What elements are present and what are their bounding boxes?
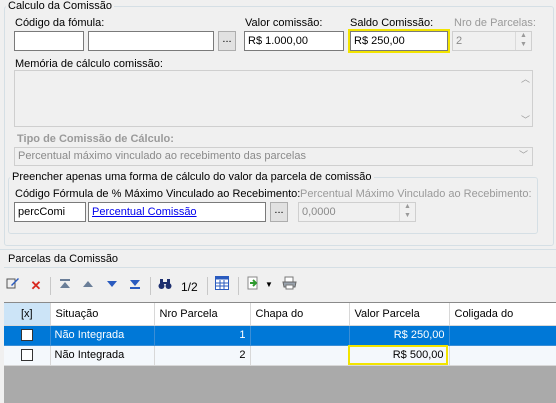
codigo-formula-input[interactable]	[14, 31, 84, 51]
percentual-maximo-label: Percentual Máximo Vinculado ao Recebimen…	[300, 188, 532, 200]
memoria-label: Memória de cálculo comissão:	[15, 58, 163, 70]
nro-parcelas-label: Nro de Parcelas:	[454, 17, 536, 29]
percentual-spin-buttons[interactable]: ▲ ▼	[399, 203, 415, 221]
calculo-comissao-legend: Calculo da Comissão	[6, 0, 114, 12]
saldo-comissao-input[interactable]: R$ 250,00	[348, 29, 450, 53]
parcelas-title: Parcelas da Comissão	[8, 253, 119, 265]
tipo-comissao-select[interactable]: Percentual máximo vinculado ao recebimen…	[14, 147, 533, 166]
grid-view-icon[interactable]	[212, 276, 232, 296]
toolbar-separator	[50, 277, 51, 295]
nro-parcelas-value: 2	[456, 35, 463, 47]
column-header-situacao[interactable]: Situação	[50, 303, 155, 326]
percentual-maximo-spinner[interactable]: 0,0000 ▲ ▼	[298, 202, 416, 222]
row-checkbox[interactable]	[20, 329, 33, 342]
parcelas-grid[interactable]: [x] Situação Nro Parcela Chapa do Valor …	[4, 302, 556, 403]
column-header-nro-parcela[interactable]: Nro Parcela	[154, 303, 251, 326]
codigo-formula-description[interactable]	[88, 31, 214, 51]
valor-comissao-label: Valor comissão:	[245, 17, 323, 29]
spin-up-icon[interactable]: ▲	[400, 203, 415, 212]
column-header-coligada[interactable]: Coligada do	[449, 303, 556, 326]
nro-parcela-cell: 2	[154, 345, 251, 366]
parcelas-toolbar: ✕ 1/2 ▼	[0, 274, 556, 298]
page-indicator: 1/2	[181, 280, 198, 294]
nro-parcelas-spinner[interactable]: 2 ▲ ▼	[452, 31, 532, 51]
tipo-comissao-value: Percentual máximo vinculado ao recebimen…	[18, 150, 306, 162]
process-icon[interactable]	[243, 276, 263, 296]
toolbar-separator	[150, 277, 151, 295]
chapa-cell	[250, 325, 350, 346]
previous-record-icon[interactable]	[78, 276, 98, 296]
first-record-icon[interactable]	[55, 276, 75, 296]
codigo-maximo-lookup-button[interactable]: ...	[270, 202, 288, 222]
column-header-valor-parcela[interactable]: Valor Parcela	[349, 303, 450, 326]
row-checkbox-cell	[4, 345, 51, 366]
print-icon[interactable]	[279, 276, 299, 296]
percentual-maximo-value: 0,0000	[302, 206, 336, 218]
codigo-maximo-link-field[interactable]: Percentual Comissão	[88, 202, 266, 222]
binoculars-icon[interactable]	[155, 276, 175, 296]
valor-parcela-cell: R$ 250,00	[349, 325, 450, 346]
situacao-cell: Não Integrada	[50, 345, 155, 366]
table-header-row: [x] Situação Nro Parcela Chapa do Valor …	[4, 303, 556, 326]
codigo-formula-lookup-button[interactable]: ...	[218, 31, 236, 51]
codigo-maximo-label: Código Fórmula de % Máximo Vinculado ao …	[15, 188, 301, 200]
memoria-scroll-down-icon[interactable]: ﹀	[521, 113, 530, 126]
coligada-cell	[449, 345, 556, 366]
last-record-icon[interactable]	[125, 276, 145, 296]
chevron-down-icon: ﹀	[518, 150, 528, 160]
row-checkbox-cell	[4, 325, 51, 346]
next-record-icon[interactable]	[102, 276, 122, 296]
nro-parcelas-spin-buttons[interactable]: ▲ ▼	[515, 32, 531, 50]
preencher-legend: Preencher apenas uma forma de cálculo do…	[10, 171, 374, 183]
column-header-chapa[interactable]: Chapa do	[250, 303, 350, 326]
column-header-select[interactable]: [x]	[4, 303, 51, 326]
valor-comissao-input[interactable]: R$ 1.000,00	[244, 31, 344, 51]
spin-down-icon[interactable]: ▼	[400, 212, 415, 221]
situacao-cell: Não Integrada	[50, 325, 155, 346]
parcelas-table: [x] Situação Nro Parcela Chapa do Valor …	[4, 303, 556, 366]
memoria-textarea[interactable]	[14, 70, 533, 127]
saldo-comissao-label: Saldo Comissão:	[350, 17, 434, 29]
chevron-down-icon[interactable]: ▼	[265, 280, 273, 289]
parcelas-title-underline	[4, 267, 556, 268]
coligada-cell	[449, 325, 556, 346]
spin-up-icon[interactable]: ▲	[516, 32, 531, 41]
row-checkbox[interactable]	[20, 349, 33, 362]
spin-down-icon[interactable]: ▼	[516, 41, 531, 50]
tipo-comissao-label: Tipo de Comissão de Cálculo:	[17, 133, 174, 145]
valor-parcela-highlight: R$ 500,00	[347, 345, 448, 365]
edit-icon[interactable]	[3, 276, 23, 296]
table-row[interactable]: Não Integrada 2 R$ 500,00	[4, 345, 556, 366]
table-row[interactable]: Não Integrada 1 R$ 250,00	[4, 325, 556, 346]
chapa-cell	[250, 345, 350, 366]
memoria-scroll-up-icon[interactable]: ︿	[521, 72, 530, 85]
codigo-formula-label: Código da fómula:	[15, 17, 105, 29]
toolbar-separator	[207, 277, 208, 295]
delete-icon[interactable]: ✕	[26, 276, 46, 296]
section-divider	[0, 249, 556, 250]
valor-parcela-cell: R$ 500,00	[347, 345, 450, 366]
percentual-comissao-link[interactable]: Percentual Comissão	[92, 206, 197, 218]
nro-parcela-cell: 1	[154, 325, 251, 346]
toolbar-separator	[238, 277, 239, 295]
codigo-maximo-input[interactable]: percComi	[14, 202, 86, 222]
